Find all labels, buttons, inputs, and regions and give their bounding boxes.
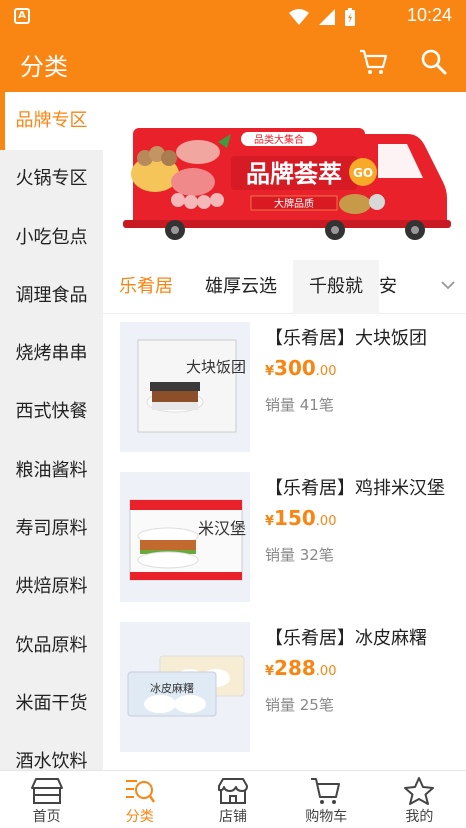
sidebar-item-noodles-dry-goods[interactable]: 米面干货: [0, 675, 103, 733]
rice-ball-package-image: 大块饭团: [137, 339, 246, 433]
signal-icon: [319, 9, 335, 25]
product-package-label: 大块饭团: [186, 358, 246, 376]
price-integer: 300: [274, 356, 316, 380]
tab-cart[interactable]: 购物车: [280, 771, 373, 828]
search-icon[interactable]: [420, 48, 448, 76]
chevron-down-icon[interactable]: [440, 278, 456, 292]
product-sales: 销量 25笔: [265, 696, 334, 714]
wifi-icon: [289, 9, 309, 25]
cart-icon[interactable]: [358, 48, 388, 76]
sidebar-item-fast-food[interactable]: 西式快餐: [0, 383, 103, 441]
sidebar-item-grain-oil-sauce[interactable]: 粮油酱料: [0, 442, 103, 500]
price-currency: ¥: [265, 364, 275, 379]
sidebar-item-beverage-ingredients[interactable]: 饮品原料: [0, 617, 103, 675]
tab-label: 店铺: [219, 809, 247, 825]
tab-shop[interactable]: 店铺: [186, 771, 279, 828]
star-icon: [404, 777, 435, 805]
tab-category[interactable]: 分类: [93, 771, 186, 828]
tab-label: 购物车: [305, 809, 348, 825]
tab-label: 分类: [125, 809, 154, 825]
price-currency: ¥: [265, 664, 275, 679]
category-search-icon: [125, 780, 155, 803]
sidebar-item-drinks[interactable]: 酒水饮料: [0, 733, 103, 770]
product-image[interactable]: 冰皮麻糬: [120, 622, 250, 752]
status-time: 10:24: [406, 5, 452, 25]
brand-tabs: 乐肴居 雄厚云选 千般就 安: [103, 259, 466, 314]
sidebar-item-sushi[interactable]: 寿司原料: [0, 500, 103, 558]
brand-tab-leyaoju[interactable]: 乐肴居: [103, 260, 189, 314]
product-card[interactable]: 米汉堡 【乐肴居】鸡排米汉堡 ¥150.00 销量 32笔: [120, 472, 450, 602]
product-image[interactable]: 大块饭团: [120, 322, 250, 452]
cart-icon: [311, 778, 341, 804]
tab-label: 首页: [32, 809, 61, 825]
battery-icon: [345, 8, 355, 26]
sidebar-item-prepared-food[interactable]: 调理食品: [0, 267, 103, 325]
price-decimal: .00: [315, 364, 337, 379]
product-price: ¥150.00: [265, 506, 336, 530]
banner-title: 品牌荟萃: [246, 160, 342, 188]
price-decimal: .00: [315, 664, 337, 679]
status-icons: [288, 7, 356, 27]
brand-tab-partial[interactable]: 安: [379, 260, 399, 314]
price-integer: 150: [274, 506, 316, 530]
tab-profile[interactable]: 我的: [373, 771, 466, 828]
sidebar-item-brand-zone[interactable]: 品牌专区: [0, 92, 103, 151]
storefront-icon: [30, 778, 63, 804]
banner-subtitle: 大牌品质: [274, 197, 314, 210]
product-name[interactable]: 【乐肴居】冰皮麻糬: [265, 624, 427, 650]
tab-home[interactable]: 首页: [0, 771, 93, 828]
sidebar-item-bbq[interactable]: 烧烤串串: [0, 325, 103, 383]
product-price: ¥300.00: [265, 356, 336, 380]
brand-banner[interactable]: 品类大集合 品牌荟萃 大牌品质 GO: [123, 122, 451, 240]
notification-icon: A: [14, 8, 30, 24]
product-package-label: 冰皮麻糬: [150, 681, 194, 695]
sidebar-item-hotpot[interactable]: 火锅专区: [0, 150, 103, 208]
sidebar-item-baking[interactable]: 烘焙原料: [0, 558, 103, 616]
price-decimal: .00: [315, 514, 337, 529]
price-integer: 288: [274, 656, 316, 680]
price-currency: ¥: [265, 514, 275, 529]
product-package-label: 米汉堡: [198, 519, 246, 538]
brand-tab-xionghou[interactable]: 雄厚云选: [189, 260, 293, 314]
product-card[interactable]: 大块饭团 【乐肴居】大块饭团 ¥300.00 销量 41笔: [120, 322, 450, 452]
product-sales: 销量 32笔: [265, 546, 334, 564]
banner-go-badge: GO: [353, 166, 373, 180]
mochi-package-image: 冰皮麻糬: [127, 655, 245, 717]
product-sales: 销量 41笔: [265, 396, 334, 414]
brand-tab-qianbanjiu[interactable]: 千般就: [293, 259, 379, 314]
sidebar-item-snacks[interactable]: 小吃包点: [0, 209, 103, 267]
tab-label: 我的: [405, 809, 434, 825]
product-image[interactable]: 米汉堡: [120, 472, 250, 602]
product-price: ¥288.00: [265, 656, 336, 680]
main-content: 品类大集合 品牌荟萃 大牌品质 GO 乐肴居 雄厚云选 千般就 安 大块饭团 【…: [103, 92, 466, 770]
page-title: 分类: [20, 53, 68, 81]
product-name[interactable]: 【乐肴居】鸡排米汉堡: [265, 474, 445, 500]
status-bar: A 10:24: [0, 0, 466, 32]
product-card[interactable]: 冰皮麻糬 【乐肴居】冰皮麻糬 ¥288.00 销量 25笔: [120, 622, 450, 752]
banner-ribbon-text: 品类大集合: [254, 133, 304, 146]
rice-burger-package-image: 米汉堡: [129, 499, 246, 581]
bottom-tab-bar: 首页 分类 店铺 购物车 我的: [0, 770, 466, 828]
shop-icon: [218, 778, 248, 804]
product-name[interactable]: 【乐肴居】大块饭团: [265, 324, 427, 350]
app-bar: 分类: [0, 32, 466, 92]
category-sidebar: 品牌专区 火锅专区 小吃包点 调理食品 烧烤串串 西式快餐 粮油酱料 寿司原料 …: [0, 92, 103, 770]
